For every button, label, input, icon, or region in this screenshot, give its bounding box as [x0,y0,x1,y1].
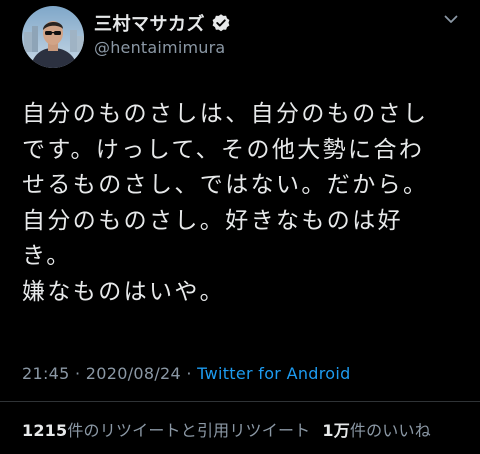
tweet-date[interactable]: 2020/08/24 [86,364,181,383]
display-name[interactable]: 三村マサカズ [94,10,205,36]
user-handle[interactable]: @hentaimimura [94,38,231,57]
tweet-source-link[interactable]: Twitter for Android [197,364,350,383]
tweet-time[interactable]: 21:45 [22,364,70,383]
tweet-meta: 21:45 · 2020/08/24 · Twitter for Android [22,364,351,383]
meta-separator: · [181,364,198,383]
verified-badge-icon [211,13,231,33]
tweet-header: 三村マサカズ @hentaimimura [22,6,464,68]
likes-stat[interactable]: 1万件のいいね [322,421,431,440]
tweet-text: 自分のものさしは、自分のものさし です。けっして、その他大勢に合わ せるものさし… [22,101,429,305]
retweets-label: 件のリツイートと引用リツイート [67,421,311,440]
retweets-stat[interactable]: 1215件のリツイートと引用リツイート [22,421,310,440]
tweet-stats: 1215件のリツイートと引用リツイート 1万件のいいね [22,417,431,441]
meta-separator: · [69,364,86,383]
tweet-detail: 三村マサカズ @hentaimimura 自分のものさしは、自分のものさし です… [0,0,480,454]
more-options-icon[interactable] [440,8,462,30]
display-name-row: 三村マサカズ [94,11,231,35]
avatar[interactable] [22,6,84,68]
retweets-count: 1215 [22,421,68,440]
likes-label: 件のいいね [349,421,431,440]
divider [0,401,480,402]
likes-count: 1万 [322,421,350,440]
avatar-photo [22,6,84,68]
author-info: 三村マサカズ @hentaimimura [94,11,231,57]
